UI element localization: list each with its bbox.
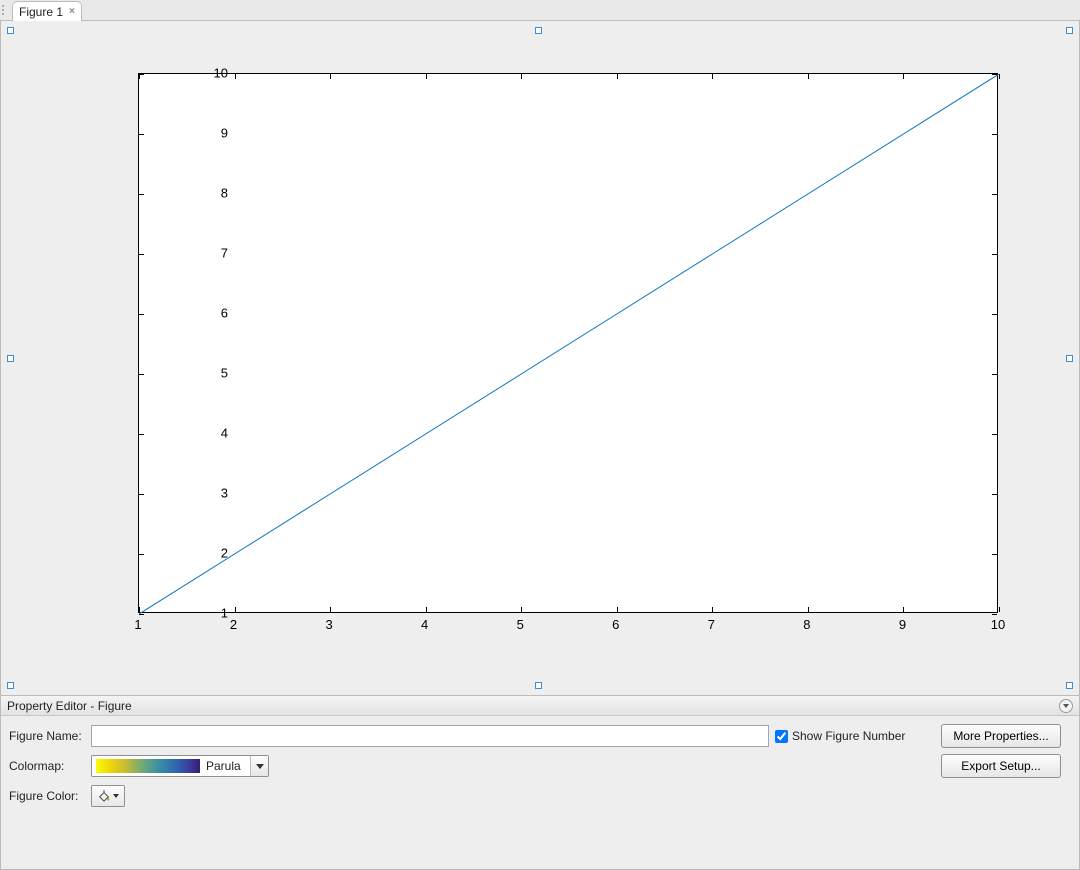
y-tick-label: 9 — [221, 126, 228, 141]
selection-handle[interactable] — [7, 682, 14, 689]
y-tick-label: 8 — [221, 186, 228, 201]
figure-name-input[interactable] — [91, 725, 769, 747]
y-tick-label: 1 — [221, 606, 228, 621]
show-figure-number-label: Show Figure Number — [792, 729, 905, 743]
y-tick-label: 5 — [221, 366, 228, 381]
colormap-value: Parula — [204, 759, 250, 773]
show-figure-number-option[interactable]: Show Figure Number — [775, 729, 935, 743]
x-tick-label: 3 — [325, 617, 332, 632]
y-tick-label: 2 — [221, 546, 228, 561]
x-tick-label: 9 — [899, 617, 906, 632]
y-tick-label: 10 — [214, 66, 228, 81]
selection-handle[interactable] — [7, 27, 14, 34]
x-tick-label: 2 — [230, 617, 237, 632]
x-tick-label: 4 — [421, 617, 428, 632]
figure-name-label: Figure Name: — [9, 729, 85, 743]
x-tick-label: 7 — [708, 617, 715, 632]
x-tick-label: 8 — [803, 617, 810, 632]
colormap-swatch-icon — [96, 759, 200, 773]
figure-canvas[interactable]: 1234567891012345678910 — [0, 21, 1080, 695]
y-tick-label: 4 — [221, 426, 228, 441]
paint-bucket-icon — [97, 790, 111, 802]
y-tick-label: 7 — [221, 246, 228, 261]
colormap-label: Colormap: — [9, 759, 85, 773]
selection-handle[interactable] — [1066, 27, 1073, 34]
selection-handle[interactable] — [7, 355, 14, 362]
drag-grip-icon[interactable] — [2, 0, 10, 20]
y-tick-label: 3 — [221, 486, 228, 501]
y-tick-label: 6 — [221, 306, 228, 321]
x-tick-label: 10 — [991, 617, 1005, 632]
chevron-down-icon[interactable] — [250, 756, 268, 776]
x-tick-label: 6 — [612, 617, 619, 632]
export-setup-button[interactable]: Export Setup... — [941, 754, 1061, 778]
axes-container: 1234567891012345678910 — [73, 49, 1033, 669]
selection-handle[interactable] — [1066, 355, 1073, 362]
chevron-down-icon — [113, 794, 119, 798]
tab-figure-1[interactable]: Figure 1 × — [12, 1, 82, 21]
collapse-button[interactable] — [1059, 699, 1073, 713]
property-editor-title: Property Editor - Figure — [7, 699, 132, 713]
selection-handle[interactable] — [535, 27, 542, 34]
colormap-dropdown[interactable]: Parula — [91, 755, 269, 777]
figure-color-label: Figure Color: — [9, 789, 85, 803]
figure-color-button[interactable] — [91, 785, 125, 807]
property-editor-header: Property Editor - Figure — [1, 696, 1079, 716]
line-plot — [139, 74, 999, 614]
close-icon[interactable]: × — [69, 7, 75, 17]
property-editor: Property Editor - Figure Figure Name: Sh… — [0, 695, 1080, 870]
selection-handle[interactable] — [1066, 682, 1073, 689]
tab-label: Figure 1 — [19, 5, 63, 19]
x-tick-label: 5 — [517, 617, 524, 632]
show-figure-number-checkbox[interactable] — [775, 730, 788, 743]
more-properties-button[interactable]: More Properties... — [941, 724, 1061, 748]
tab-strip: Figure 1 × — [0, 0, 1080, 21]
axes[interactable] — [138, 73, 998, 613]
x-tick-label: 1 — [134, 617, 141, 632]
selection-handle[interactable] — [535, 682, 542, 689]
